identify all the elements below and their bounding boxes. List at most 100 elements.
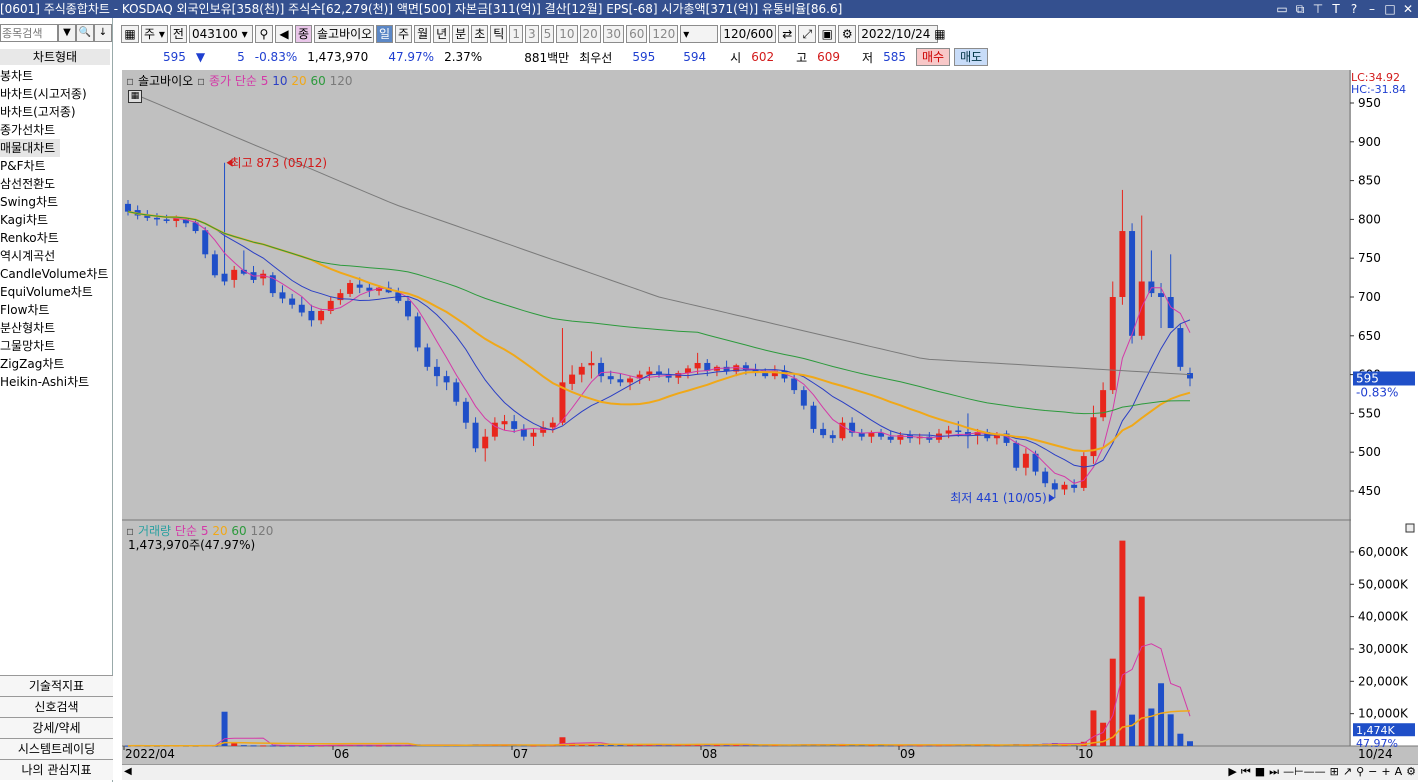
period-tab[interactable]: 주 (395, 25, 413, 43)
maximize-icon[interactable]: □ (1384, 0, 1396, 18)
sidebar-bottom-item[interactable]: 신호검색 (0, 696, 113, 717)
sidebar-item-chart-type[interactable]: 역시계곡선 (0, 247, 110, 265)
prev-button[interactable]: 전 (169, 25, 187, 43)
candle-body (1119, 231, 1126, 297)
candle-body (627, 378, 634, 383)
volume: 1,473,970 (307, 50, 369, 64)
close-icon[interactable]: ✕ (1402, 0, 1414, 18)
speaker-icon[interactable]: ◀ (274, 25, 293, 43)
minute-tab[interactable]: 30 (602, 25, 625, 43)
sidebar-bottom-item[interactable]: 나의 관심지표 (0, 759, 113, 780)
table-icon[interactable]: ▦ (128, 90, 142, 103)
search-icon[interactable]: ⚲ (254, 25, 273, 43)
volume-bar (260, 745, 267, 747)
minute-custom-select[interactable]: ▾ (680, 25, 719, 43)
sidebar-bottom-item[interactable]: 기술적지표 (0, 675, 113, 696)
sell-button[interactable]: 매도 (954, 48, 989, 66)
period-tab[interactable]: 틱 (490, 25, 508, 43)
horizontal-scrollbar[interactable]: ◀ ▶ ⏮ ■ ⏭ —⊢—— ⊞ ↗ ⚲ − + A ⚙ (122, 764, 1418, 780)
search-input[interactable] (0, 24, 58, 42)
sidebar-item-chart-type[interactable]: EquiVolume차트 (0, 283, 110, 301)
sidebar-item-chart-type[interactable]: Renko차트 (0, 229, 110, 247)
sidebar-item-chart-type[interactable]: P&F차트 (0, 157, 110, 175)
save-icon[interactable]: ▣ (818, 25, 837, 43)
layout-grid-icon[interactable]: ⊞ (1330, 765, 1339, 779)
sidebar-item-chart-type[interactable]: 바차트(고저종) (0, 103, 110, 121)
layout-icon[interactable]: ▭ (1276, 0, 1288, 18)
minute-tab[interactable]: 20 (579, 25, 601, 43)
period-tabs: 일주월년분초틱 (375, 25, 508, 43)
chart-toolbar: ▦ 주 ▾ 전 043100 ▾ ⚲ ◀ 종 솔고바이오 일주월년분초틱 135… (121, 23, 1418, 45)
magnifier-icon[interactable]: ⚲ (1356, 765, 1364, 779)
period-tab[interactable]: 분 (452, 25, 470, 43)
chart-settings-icon[interactable]: ⤢ (798, 25, 817, 43)
sidebar-item-chart-type[interactable]: Kagi차트 (0, 211, 110, 229)
font-icon[interactable]: T (1330, 0, 1342, 18)
stop-icon[interactable]: ■ (1255, 765, 1265, 779)
sidebar-item-chart-type[interactable]: Heikin-Ashi차트 (0, 373, 110, 391)
minute-tab[interactable]: 60 (626, 25, 648, 43)
volume-bar (231, 743, 238, 746)
chart-canvas[interactable]: 95090085080075070065060055050045060,000K… (122, 70, 1418, 766)
first-icon[interactable]: ⏮ (1241, 765, 1251, 779)
period-unit-select[interactable]: 주 ▾ (141, 25, 168, 43)
sidebar-item-chart-type[interactable]: 삼선전환도 (0, 175, 110, 193)
date-input[interactable]: 2022/10/24 ▦ (858, 25, 946, 43)
restore-icon[interactable]: ⧉ (1294, 0, 1306, 18)
zoom-in-icon[interactable]: + (1381, 765, 1390, 779)
period-tab[interactable]: 년 (433, 25, 451, 43)
minute-tab[interactable]: 120 (649, 25, 679, 43)
last-icon[interactable]: ⏭ (1269, 765, 1279, 779)
minute-tab[interactable]: 5 (540, 25, 555, 43)
help-icon[interactable]: ? (1348, 0, 1360, 18)
current-price: 595 (163, 50, 186, 64)
zoom-slider[interactable]: —⊢—— (1283, 765, 1326, 779)
dropdown-icon[interactable]: ▼ (58, 24, 76, 42)
settings-icon[interactable]: ⚙ (1406, 765, 1416, 779)
arrow-down-icon[interactable]: ↓ (94, 24, 112, 42)
period-tab[interactable]: 초 (471, 25, 489, 43)
count-input[interactable]: 120/600 (720, 25, 777, 43)
buy-button[interactable]: 매수 (916, 48, 951, 66)
minute-tab[interactable]: 1 (509, 25, 523, 43)
sidebar-item-chart-type[interactable]: Flow차트 (0, 301, 110, 319)
sidebar-item-chart-type[interactable]: CandleVolume차트 (0, 265, 110, 283)
sidebar-bottom-item[interactable]: 강세/약세 (0, 717, 113, 738)
period-tab[interactable]: 일 (375, 25, 394, 43)
layout-toggle-icon[interactable]: ▦ (121, 25, 139, 43)
scroll-left-icon[interactable]: ◀ (124, 766, 132, 777)
candle-body (153, 217, 160, 220)
sidebar-bottom-item[interactable]: 시스템트레이딩 (0, 738, 113, 759)
legend-ma20: 20 (291, 74, 307, 88)
sidebar-item-chart-type[interactable]: 바차트(시고저종) (0, 85, 110, 103)
minute-tab[interactable]: 3 (524, 25, 539, 43)
sidebar-item-chart-type[interactable]: 매물대차트 (0, 139, 60, 157)
search-icon[interactable]: 🔍 (76, 24, 94, 42)
sidebar-item-chart-type[interactable]: 종가선차트 (0, 121, 110, 139)
pin-icon[interactable]: ⊤ (1312, 0, 1324, 18)
text-size-icon[interactable]: A (1395, 765, 1403, 779)
chart-area[interactable]: 95090085080075070065060055050045060,000K… (122, 70, 1418, 766)
sidebar-item-chart-type[interactable]: Swing차트 (0, 193, 110, 211)
best-ask: 595 (632, 50, 656, 64)
low-price: 585 (883, 50, 906, 64)
zoom-icon[interactable]: ⇄ (778, 25, 797, 43)
stock-code-input[interactable]: 043100 ▾ (188, 25, 253, 43)
legend-ma60: 60 (310, 74, 326, 88)
line-tool-icon[interactable]: ↗ (1343, 765, 1352, 779)
period-tab[interactable]: 월 (414, 25, 432, 43)
sidebar: ▼ 🔍 ↓ 차트형태 봉차트바차트(시고저종)바차트(고저종)종가선차트매물대차… (0, 18, 113, 782)
volume-bar (1177, 733, 1184, 746)
minimize-icon[interactable]: – (1366, 0, 1378, 18)
sidebar-item-chart-type[interactable]: 그물망차트 (0, 337, 110, 355)
sidebar-item-chart-type[interactable]: 분산형차트 (0, 319, 110, 337)
volume-bar (617, 745, 624, 747)
zoom-out-icon[interactable]: − (1368, 765, 1377, 779)
stock-name: 솔고바이오 (313, 25, 374, 43)
minute-tab[interactable]: 10 (556, 25, 578, 43)
y-tick-label: 950 (1358, 96, 1381, 110)
scroll-right-icon[interactable]: ▶ (1228, 765, 1236, 779)
gear-icon[interactable]: ⚙ (838, 25, 857, 43)
sidebar-item-chart-type[interactable]: ZigZag차트 (0, 355, 110, 373)
sidebar-item-chart-type[interactable]: 봉차트 (0, 67, 110, 85)
